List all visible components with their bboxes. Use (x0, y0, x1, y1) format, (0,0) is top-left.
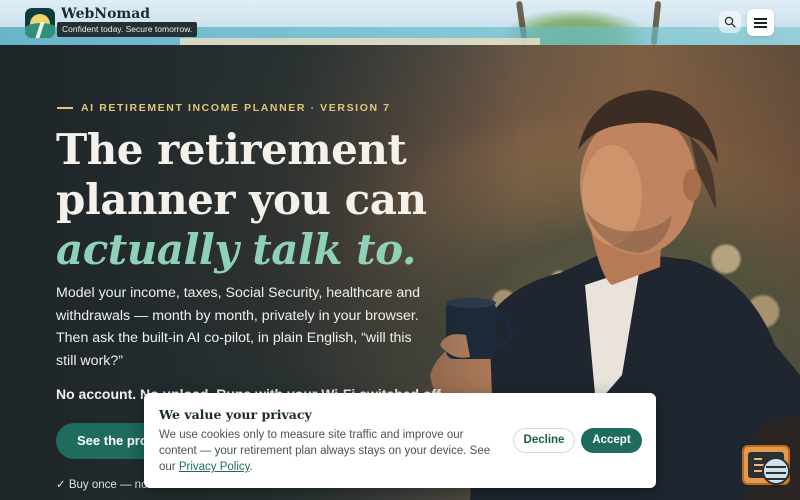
search-icon (724, 16, 736, 28)
kicker-text: AI RETIREMENT INCOME PLANNER · VERSION 7 (81, 102, 391, 114)
privacy-policy-link[interactable]: Privacy Policy (179, 461, 250, 473)
cookie-title: We value your privacy (159, 407, 312, 422)
accept-button[interactable]: Accept (581, 428, 642, 453)
cookie-text-end: . (249, 461, 253, 473)
brand-logo-icon[interactable] (25, 8, 55, 38)
headline-line-2: planner you can (56, 175, 427, 224)
headline-line-1: The retirement (56, 125, 407, 174)
hero-headline: The retirement planner you can actually … (56, 125, 476, 275)
headline-accent: actually talk to. (56, 225, 416, 274)
cookie-description: We use cookies only to measure site traf… (159, 427, 494, 475)
hero-description: Model your income, taxes, Social Securit… (56, 285, 421, 369)
ai-copilot-chat-icon[interactable] (742, 445, 790, 485)
header-beach (180, 38, 540, 45)
site-header: WebNomad Confident today. Secure tomorro… (0, 0, 800, 45)
brand-tagline: Confident today. Secure tomorrow. (57, 22, 198, 37)
menu-button[interactable] (747, 9, 774, 36)
decline-button[interactable]: Decline (513, 428, 575, 453)
hero-kicker: AI RETIREMENT INCOME PLANNER · VERSION 7 (57, 102, 391, 114)
search-button[interactable] (719, 11, 741, 33)
kicker-dash (57, 107, 73, 109)
brand-name[interactable]: WebNomad (61, 6, 150, 22)
cookie-consent-banner: We value your privacy We use cookies onl… (144, 393, 656, 488)
